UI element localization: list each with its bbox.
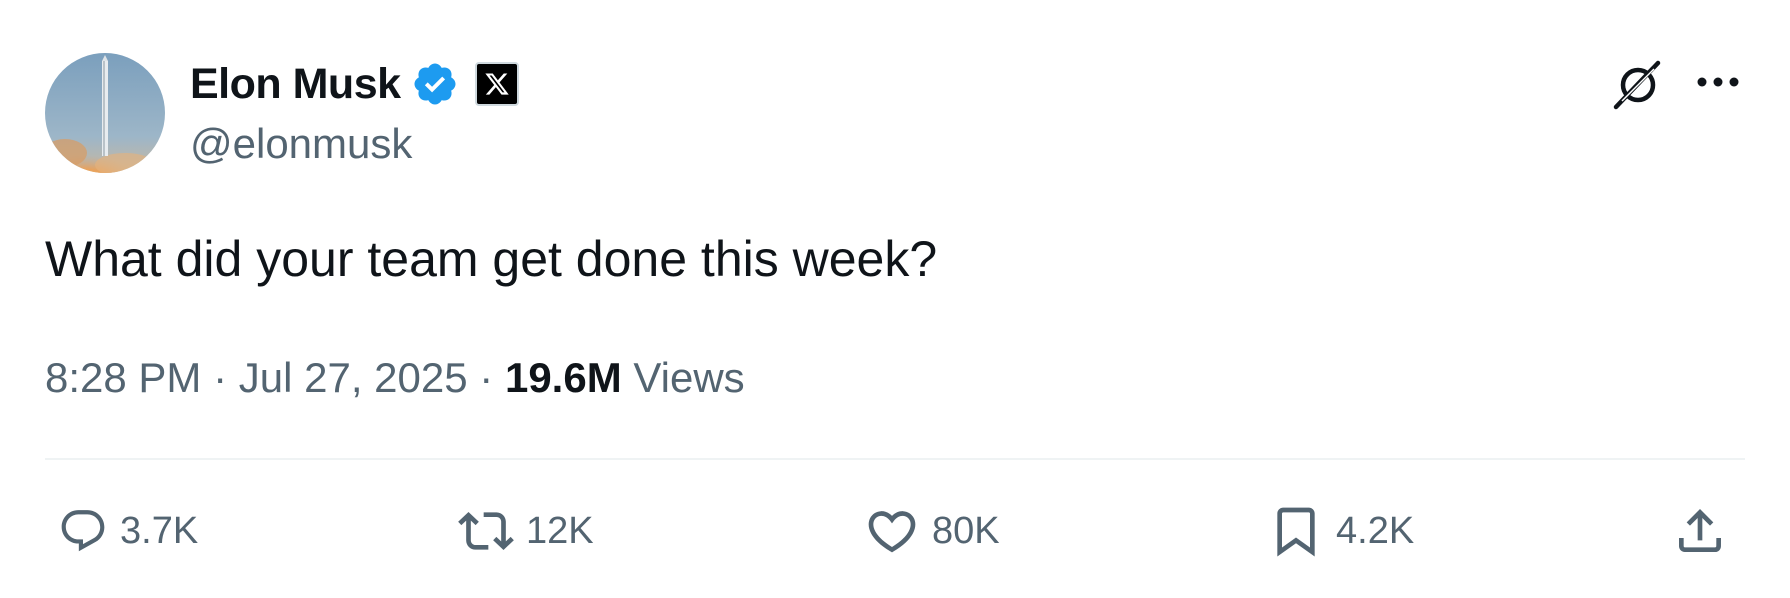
author-handle[interactable]: @elonmusk xyxy=(190,116,412,172)
like-button[interactable]: 80K xyxy=(864,503,1000,559)
like-icon xyxy=(868,511,916,553)
views-label: Views xyxy=(633,354,745,401)
bookmark-count: 4.2K xyxy=(1336,510,1415,552)
more-icon[interactable] xyxy=(1692,62,1744,102)
divider xyxy=(45,458,1745,460)
bookmark-icon xyxy=(1277,507,1315,557)
share-button[interactable] xyxy=(1672,503,1728,559)
reply-count: 3.7K xyxy=(120,510,199,552)
avatar-image xyxy=(45,53,165,173)
tweet-text: What did your team get done this week? xyxy=(45,231,938,287)
tweet-date[interactable]: Jul 27, 2025 xyxy=(239,354,468,401)
tweet-card[interactable]: Elon Musk @elonmusk What did your team g… xyxy=(0,0,1790,598)
avatar[interactable] xyxy=(45,53,165,173)
reply-icon xyxy=(61,510,105,552)
repost-count: 12K xyxy=(526,510,594,552)
author-name-row: Elon Musk xyxy=(190,56,519,112)
author-display-name[interactable]: Elon Musk xyxy=(190,56,401,112)
repost-button[interactable]: 12K xyxy=(458,503,594,559)
tweet-time[interactable]: 8:28 PM xyxy=(45,354,201,401)
meta-separator: · xyxy=(213,354,228,401)
views-count[interactable]: 19.6M xyxy=(505,354,622,401)
like-count: 80K xyxy=(932,510,1000,552)
tweet-meta: 8:28 PM · Jul 27, 2025 · 19.6M Views xyxy=(45,350,745,406)
bookmark-button[interactable]: 4.2K xyxy=(1268,503,1414,559)
share-icon xyxy=(1679,509,1721,552)
meta-separator: · xyxy=(479,354,494,401)
verified-badge-icon[interactable] xyxy=(411,60,459,108)
x-logo-icon[interactable] xyxy=(474,62,519,106)
reply-button[interactable]: 3.7K xyxy=(58,503,198,559)
grok-icon[interactable] xyxy=(1608,55,1668,115)
repost-icon xyxy=(458,512,514,550)
